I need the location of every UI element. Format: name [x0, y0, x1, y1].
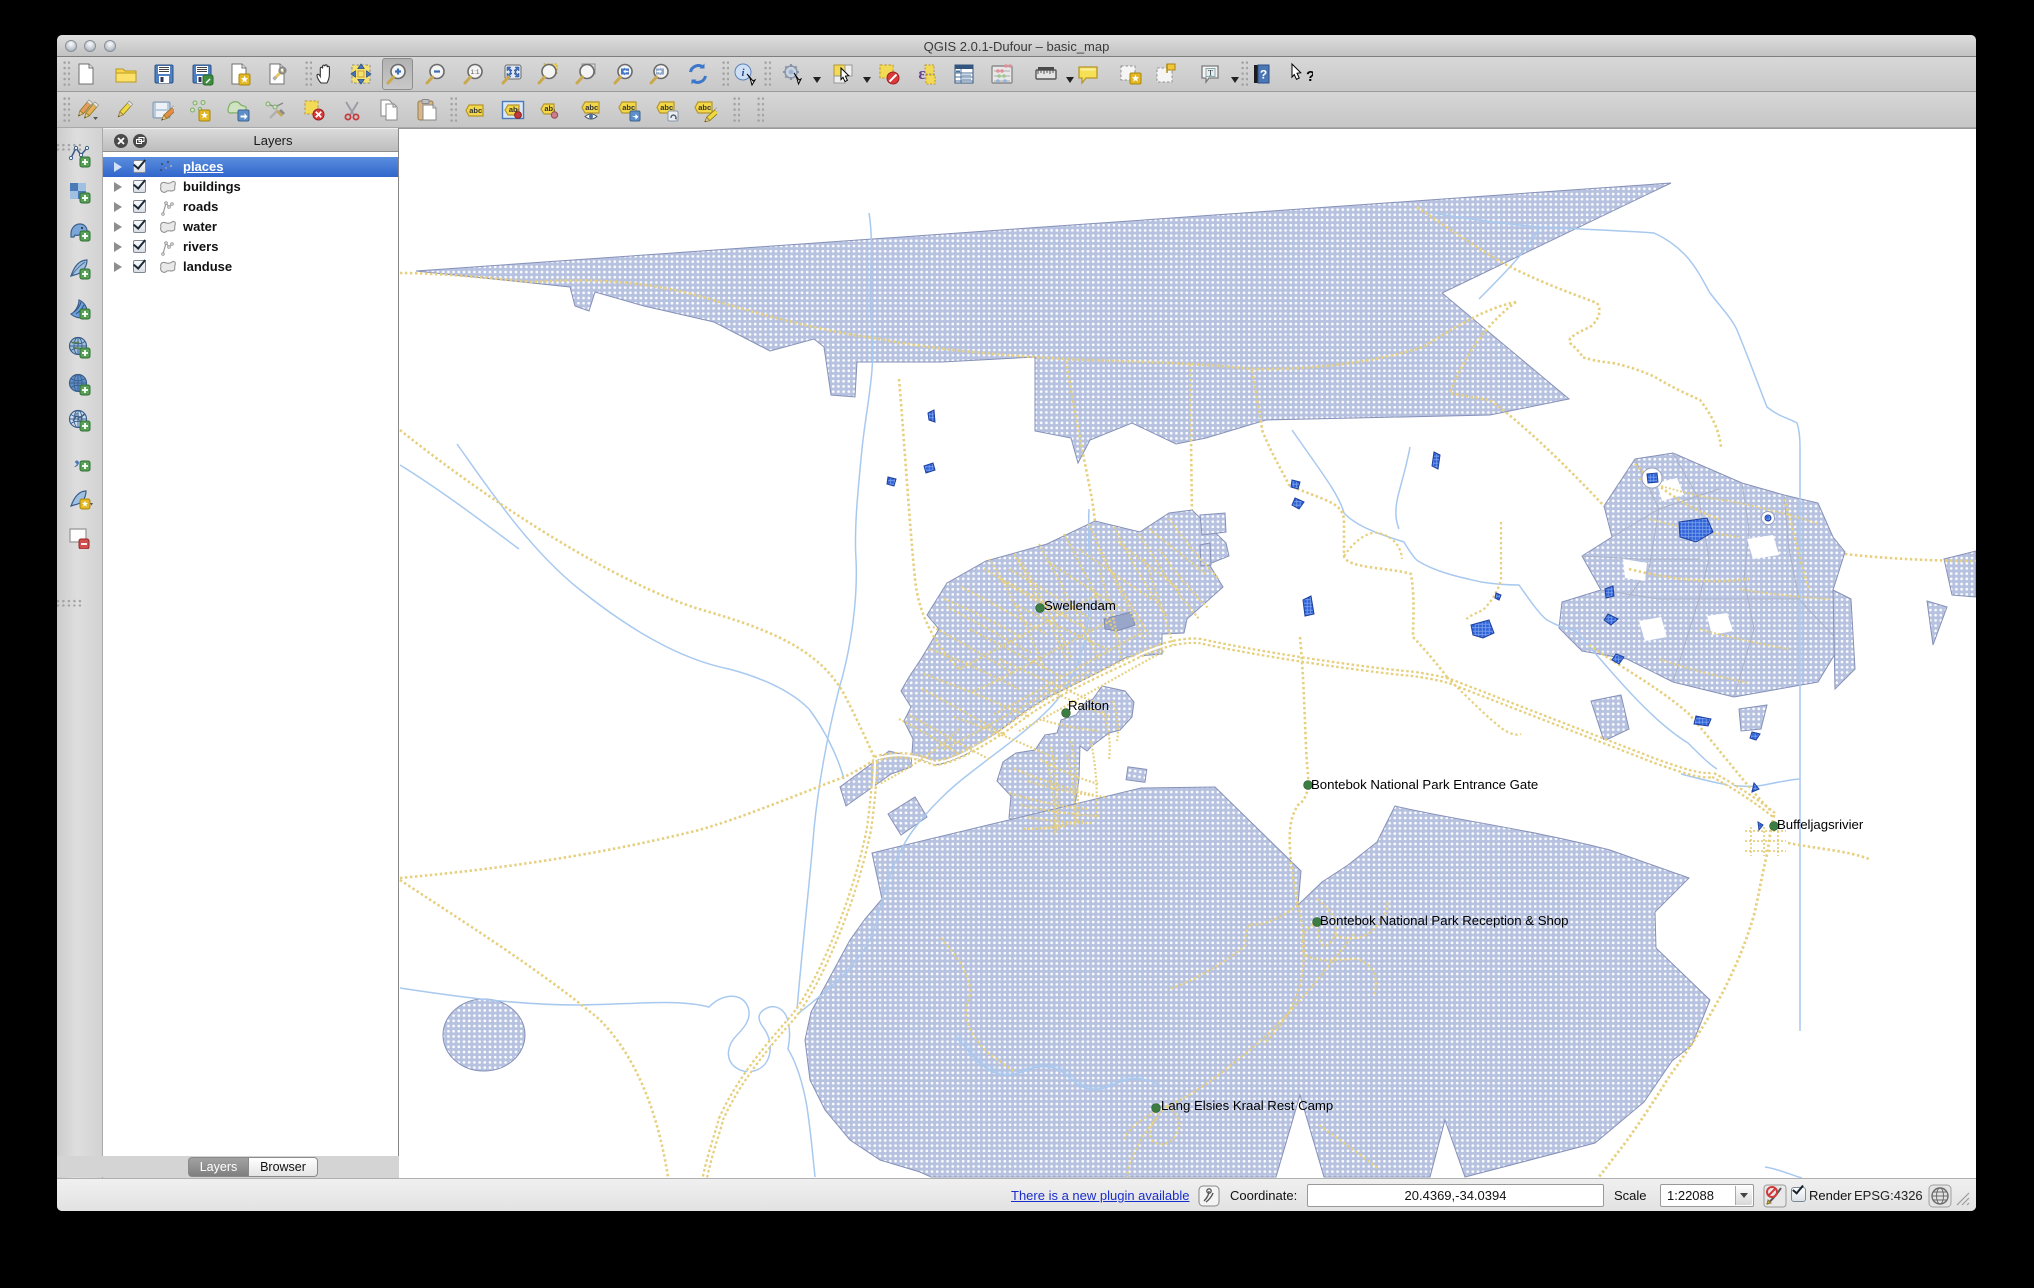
svg-text:1:1: 1:1: [470, 69, 479, 76]
svg-text:abc: abc: [469, 106, 482, 115]
svg-text:Bontebok National Park Entranc: Bontebok National Park Entrance Gate: [1311, 777, 1538, 792]
svg-text:abc: abc: [585, 103, 598, 112]
svg-text:Lang Elsies Kraal Rest Camp: Lang Elsies Kraal Rest Camp: [1161, 1098, 1333, 1113]
svg-text:Swellendam: Swellendam: [1044, 598, 1116, 613]
svg-text:Buffeljagsrivier: Buffeljagsrivier: [1777, 817, 1864, 832]
svg-text:Railton: Railton: [1068, 698, 1109, 713]
svg-text:ab: ab: [544, 104, 553, 113]
svg-text:T: T: [1208, 68, 1214, 78]
svg-text:ε: ε: [918, 64, 925, 83]
svg-text:,: ,: [74, 448, 80, 469]
svg-text:?: ?: [1260, 68, 1267, 82]
svg-text:Bontebok National Park Recepti: Bontebok National Park Reception & Shop: [1320, 913, 1569, 928]
svg-text:abc: abc: [698, 103, 711, 112]
svg-text:?: ?: [1306, 68, 1313, 85]
